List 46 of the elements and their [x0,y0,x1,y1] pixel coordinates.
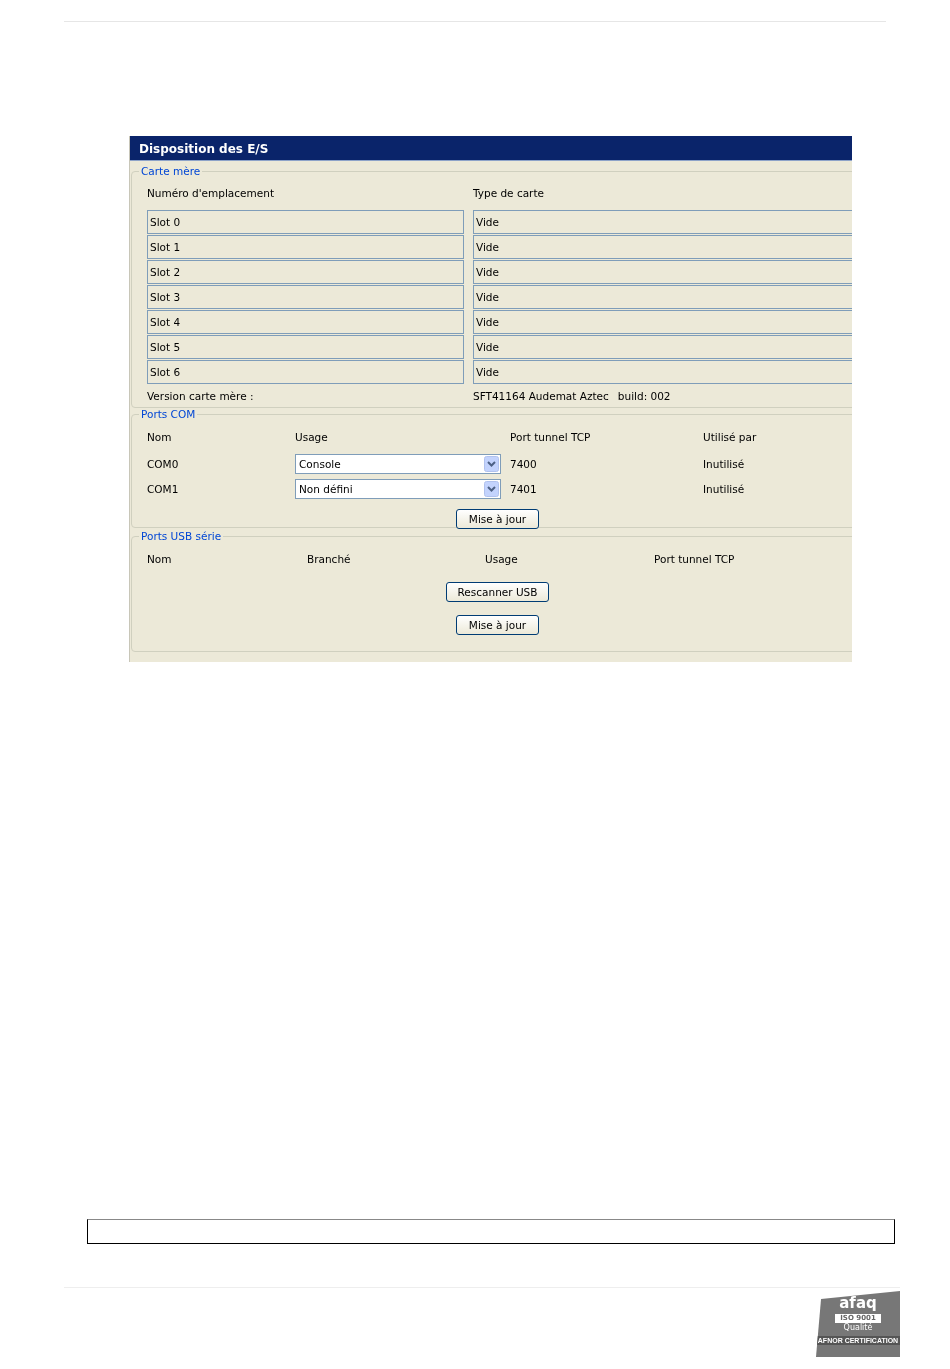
tcp-port: 7401 [510,483,538,495]
port-name: COM1 [147,483,180,495]
update-button[interactable]: Mise à jour [456,615,539,635]
column-header: Nom [147,552,173,567]
slot-field[interactable]: Slot 0 [147,210,464,234]
logo-quality: Qualité [843,1323,873,1333]
column-header: Usage [295,430,329,445]
slot-field[interactable]: Slot 5 [147,335,464,359]
build-value: build: 002 [617,389,671,404]
used-by: Inutilisé [703,458,746,470]
version-label: Version carte mère : [147,389,255,404]
slot-field[interactable]: Slot 4 [147,310,464,334]
card-type-field[interactable]: Vide [473,310,852,334]
tcp-port: 7400 [510,458,538,470]
column-header: Numéro d'emplacement [147,186,275,201]
usage-dropdown[interactable]: Non défini [295,479,501,499]
card-type-field[interactable]: Vide [473,235,852,259]
chevron-down-icon [484,456,499,472]
card-type-field[interactable]: Vide [473,285,852,309]
column-header: Utilisé par [703,430,758,445]
column-header: Nom [147,430,173,445]
slot-field[interactable]: Slot 3 [147,285,464,309]
column-header: Branché [307,552,352,567]
column-header: Type de carte [473,186,546,201]
column-header: Port tunnel TCP [654,552,736,567]
group-legend: Ports USB série [139,530,224,542]
card-type-field[interactable]: Vide [473,260,852,284]
version-value: SFT41164 Audemat Aztec [473,389,609,404]
column-header: Port tunnel TCP [510,430,592,445]
chevron-down-icon [484,481,499,497]
slot-field[interactable]: Slot 6 [147,360,464,384]
group-legend: Ports COM [139,408,198,420]
column-header: Usage [485,552,519,567]
port-name: COM0 [147,458,180,470]
window-title: Disposition des E/S [130,136,852,161]
update-button[interactable]: Mise à jour [456,509,539,529]
rescan-button[interactable]: Rescanner USB [446,582,549,602]
card-type-field[interactable]: Vide [473,210,852,234]
slot-field[interactable]: Slot 1 [147,235,464,259]
logo-brand: afaq [839,1295,877,1312]
card-type-field[interactable]: Vide [473,360,852,384]
group-legend: Carte mère [139,165,203,177]
used-by: Inutilisé [703,483,746,495]
card-type-field[interactable]: Vide [473,335,852,359]
usage-dropdown[interactable]: Console [295,454,501,474]
slot-field[interactable]: Slot 2 [147,260,464,284]
